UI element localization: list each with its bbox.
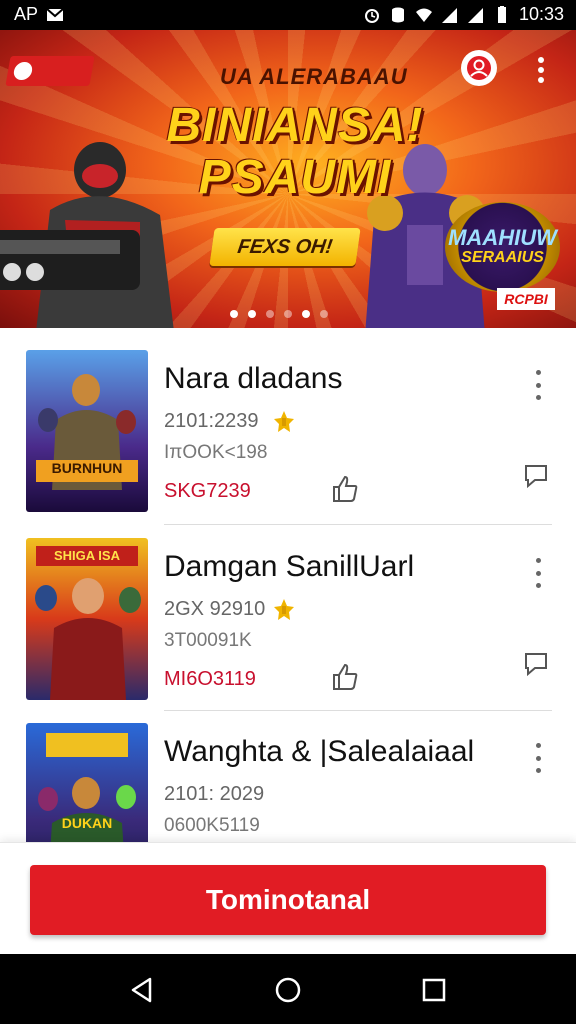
- game-meta-count: 3T00091K: [164, 630, 252, 651]
- battery-icon: [497, 5, 506, 23]
- thumbnail-title: SHIGA ISA: [54, 548, 120, 563]
- game-title[interactable]: Wanghta & |Salealaiaal: [164, 735, 474, 769]
- game-thumbnail: DUKAN: [26, 723, 148, 848]
- bottom-action-bar: Tominotanal: [0, 842, 576, 955]
- game-thumbnail: SHIGA ISA: [26, 538, 148, 700]
- menu-dot: [538, 67, 544, 73]
- status-bar: AP 10:33: [0, 0, 576, 30]
- system-nav-bar: [0, 954, 576, 1024]
- data-icon: [391, 7, 404, 22]
- badge-icon: [274, 599, 294, 620]
- carousel-dot[interactable]: [320, 310, 328, 318]
- alarm-icon: [364, 8, 379, 23]
- game-emblem: MAAHIUW SERAAIUS: [445, 202, 560, 292]
- game-meta-date: 2101:2239: [164, 410, 259, 432]
- mail-icon: [46, 7, 64, 21]
- banner-title-line1: BINIANSA!: [166, 99, 424, 152]
- like-icon[interactable]: [330, 662, 360, 692]
- carousel-dot[interactable]: [284, 310, 292, 318]
- status-carrier-text: AP: [14, 4, 39, 24]
- game-title[interactable]: Nara dladans: [164, 362, 342, 396]
- brand-logo-mark: [12, 62, 34, 80]
- list-item[interactable]: BURNHUN Nara dladans 2101:2239 IπOOK<198…: [0, 328, 576, 512]
- list-item[interactable]: SHIGA ISA Damgan SanillUarl 2GX 92910 3T…: [0, 516, 576, 700]
- comment-icon[interactable]: [522, 650, 550, 678]
- carousel-dot[interactable]: [248, 310, 256, 318]
- game-meta-count: IπOOK<198: [164, 442, 268, 463]
- profile-button[interactable]: [461, 50, 497, 86]
- status-time: 10:33: [518, 4, 564, 24]
- comment-icon[interactable]: [522, 462, 550, 490]
- carousel-dot[interactable]: [266, 310, 274, 318]
- carousel-indicator[interactable]: [230, 310, 328, 318]
- brand-logo: [5, 56, 95, 86]
- game-title[interactable]: Damgan SanillUarl: [164, 550, 414, 584]
- like-icon[interactable]: [330, 474, 360, 504]
- game-meta-date: 2101: 2029: [164, 783, 265, 805]
- user-icon: [467, 56, 491, 80]
- primary-action-button[interactable]: Tominotanal: [30, 865, 546, 935]
- promo-banner[interactable]: UA ALERABAAU BINIANSA! PSAUMI FEXS OH! M…: [0, 30, 576, 328]
- game-list: BURNHUN Nara dladans 2101:2239 IπOOK<198…: [0, 328, 576, 848]
- signal-icon: [441, 7, 457, 23]
- emblem-line1: MAAHIUW: [448, 225, 557, 250]
- banner-tag: RCPBI: [497, 288, 555, 310]
- menu-dot: [538, 57, 544, 63]
- thumbnail-title: BURNHUN: [51, 460, 123, 476]
- game-price: SKG7239: [164, 480, 251, 502]
- game-meta-count: 0600K5119: [164, 815, 260, 836]
- banner-title-line2: PSAUMI: [198, 151, 392, 204]
- game-thumbnail: BURNHUN: [26, 350, 148, 512]
- item-menu-button[interactable]: [530, 743, 546, 773]
- item-menu-button[interactable]: [530, 558, 546, 588]
- badge-icon: [274, 411, 294, 432]
- emblem-line2: SERAAIUS: [461, 249, 544, 266]
- thumbnail-title: DUKAN: [61, 815, 113, 831]
- banner-cta-button[interactable]: FEXS OH!: [209, 228, 361, 266]
- signal-icon: [467, 7, 483, 23]
- home-icon[interactable]: [274, 976, 302, 1004]
- thumbnail-art: [26, 350, 148, 512]
- wifi-icon: [415, 8, 432, 22]
- banner-title: BINIANSA! PSAUMI: [150, 100, 440, 204]
- overflow-menu-button[interactable]: [528, 54, 554, 86]
- game-meta-date: 2GX 92910: [164, 598, 266, 620]
- list-item[interactable]: DUKAN Wanghta & |Salealaiaal 2101: 2029 …: [0, 701, 576, 848]
- menu-dot: [538, 77, 544, 83]
- recents-icon[interactable]: [420, 976, 448, 1004]
- carousel-dot[interactable]: [230, 310, 238, 318]
- back-icon[interactable]: [128, 976, 156, 1004]
- banner-subtitle: UA ALERABAAU: [220, 64, 408, 89]
- item-menu-button[interactable]: [530, 370, 546, 400]
- carousel-dot[interactable]: [302, 310, 310, 318]
- game-price: MI6O3119: [164, 668, 256, 690]
